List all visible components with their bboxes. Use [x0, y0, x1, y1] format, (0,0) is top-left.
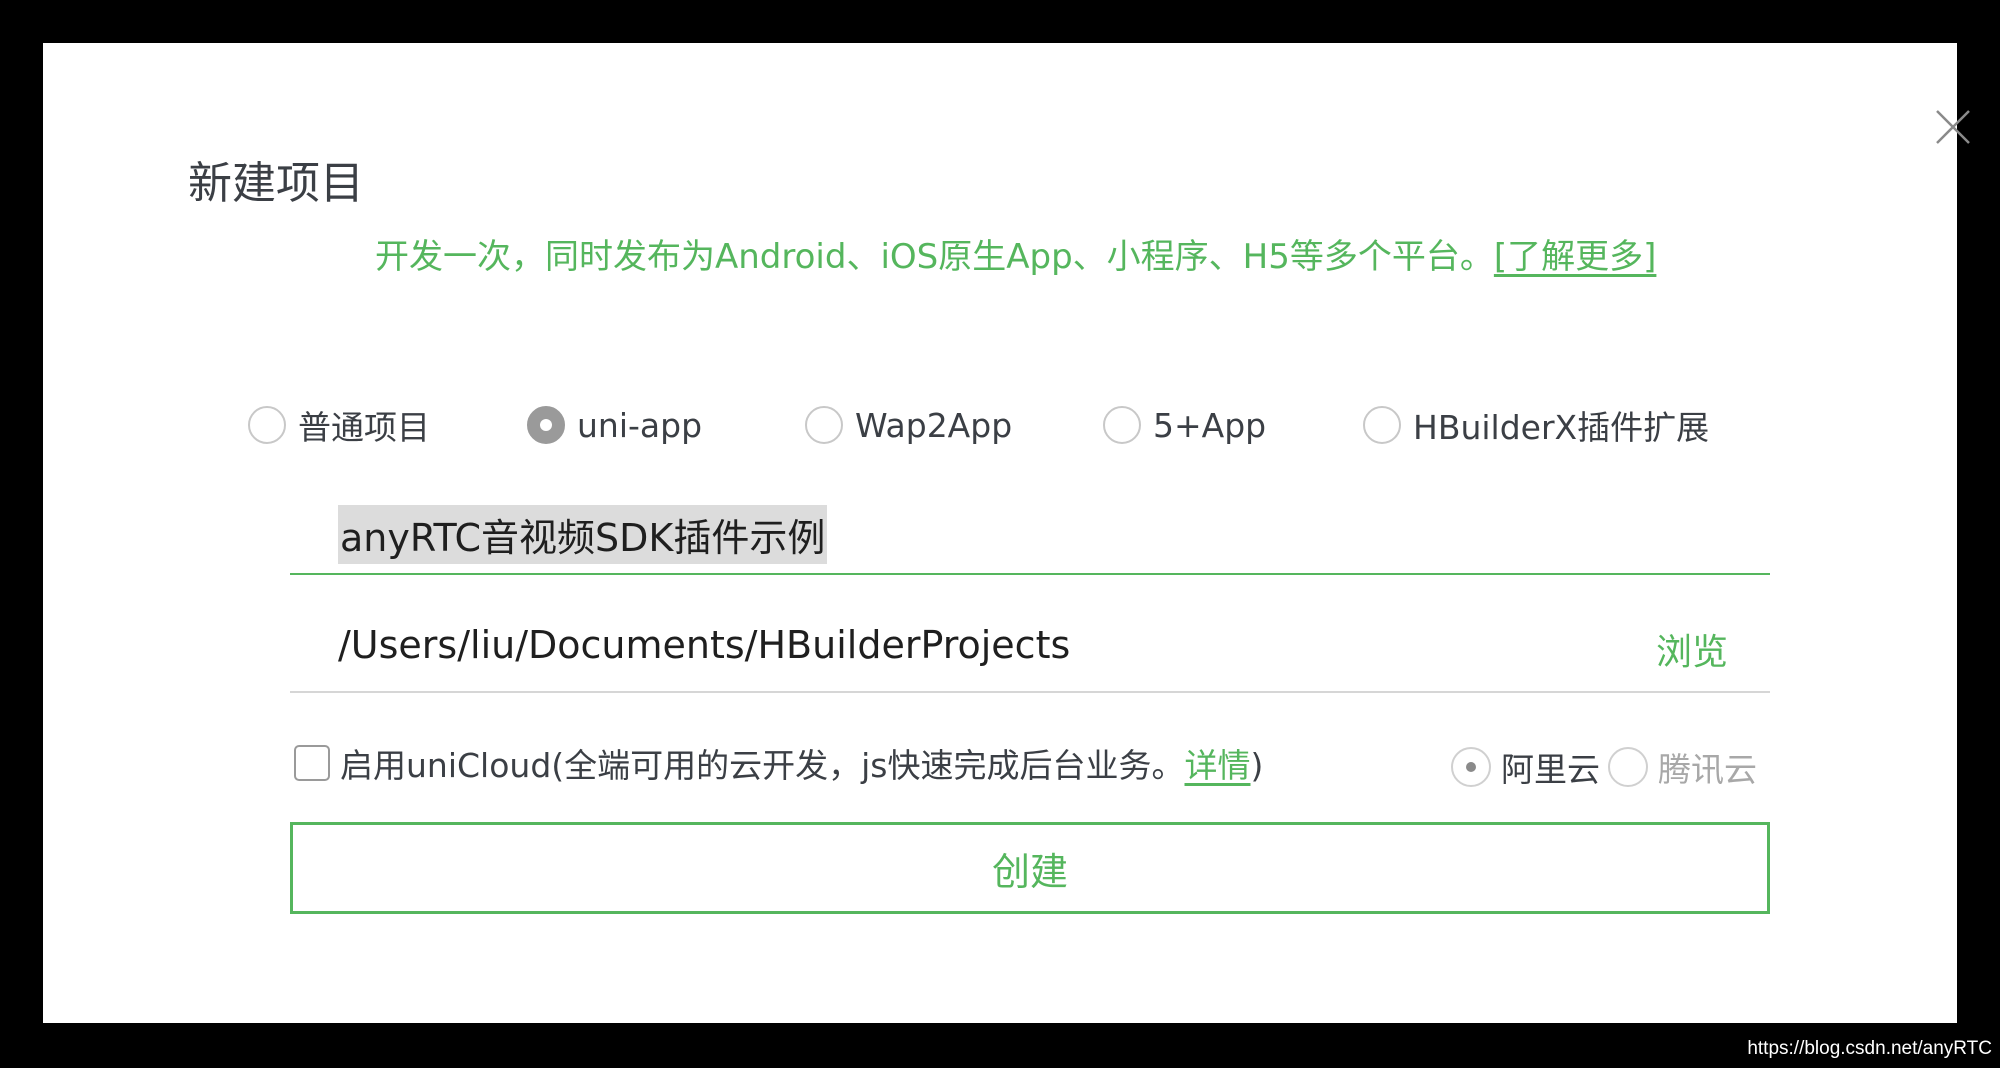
radio-normal[interactable]: [248, 406, 286, 444]
provider-label-tencent-cloud: 腾讯云: [1658, 750, 1757, 789]
browse-button[interactable]: 浏览: [1656, 623, 1728, 675]
radio-5plus-app[interactable]: [1103, 406, 1141, 444]
dialog-subtitle: 开发一次，同时发布为Android、iOS原生App、小程序、H5等多个平台。[…: [375, 229, 1656, 278]
radio-wap2app[interactable]: [805, 406, 843, 444]
dialog-title: 新建项目: [188, 158, 364, 209]
radio-label-5plus-app: 5+App: [1153, 405, 1267, 445]
project-name-input[interactable]: anyRTC音视频SDK插件示例: [290, 495, 1770, 575]
project-name-value: anyRTC音视频SDK插件示例: [338, 505, 828, 564]
close-button[interactable]: [1935, 109, 1971, 145]
unicloud-label: 启用uniCloud(全端可用的云开发，js快速完成后台业务。详情): [340, 739, 1263, 787]
unicloud-text-end: ): [1250, 746, 1264, 785]
project-path-value: /Users/liu/Documents/HBuilderProjects: [338, 623, 1071, 667]
radio-option-wap2app[interactable]: Wap2App: [805, 401, 1012, 449]
unicloud-option[interactable]: 启用uniCloud(全端可用的云开发，js快速完成后台业务。详情): [294, 739, 1263, 787]
radio-option-normal[interactable]: 普通项目: [248, 401, 430, 449]
radio-label-hbuilderx-plugin: HBuilderX插件扩展: [1413, 408, 1710, 447]
watermark: https://blog.csdn.net/anyRTC: [1747, 1038, 1992, 1059]
radio-label-uni-app: uni-app: [577, 405, 703, 445]
project-path-input[interactable]: /Users/liu/Documents/HBuilderProjects 浏览: [290, 611, 1770, 693]
cloud-provider-group: 阿里云 腾讯云: [1451, 743, 1757, 791]
radio-option-uni-app[interactable]: uni-app: [527, 401, 702, 449]
radio-tencent-cloud[interactable]: [1608, 747, 1648, 787]
radio-aliyun[interactable]: [1451, 747, 1491, 787]
radio-option-5plus-app[interactable]: 5+App: [1103, 401, 1266, 449]
radio-uni-app[interactable]: [527, 406, 565, 444]
provider-label-aliyun: 阿里云: [1501, 750, 1600, 789]
close-icon: [1936, 110, 1970, 144]
new-project-dialog: 新建项目 开发一次，同时发布为Android、iOS原生App、小程序、H5等多…: [43, 43, 1970, 1023]
unicloud-detail-link[interactable]: 详情: [1185, 746, 1251, 785]
radio-label-wap2app: Wap2App: [855, 405, 1013, 445]
unicloud-text: 启用uniCloud(全端可用的云开发，js快速完成后台业务。: [340, 746, 1185, 785]
radio-option-hbuilderx-plugin[interactable]: HBuilderX插件扩展: [1363, 401, 1709, 449]
radio-hbuilderx-plugin[interactable]: [1363, 406, 1401, 444]
unicloud-checkbox[interactable]: [294, 745, 330, 781]
subtitle-text: 开发一次，同时发布为Android、iOS原生App、小程序、H5等多个平台。: [375, 237, 1494, 277]
create-button[interactable]: 创建: [290, 822, 1770, 914]
radio-label-normal: 普通项目: [298, 408, 430, 447]
learn-more-link[interactable]: [了解更多]: [1494, 237, 1657, 277]
